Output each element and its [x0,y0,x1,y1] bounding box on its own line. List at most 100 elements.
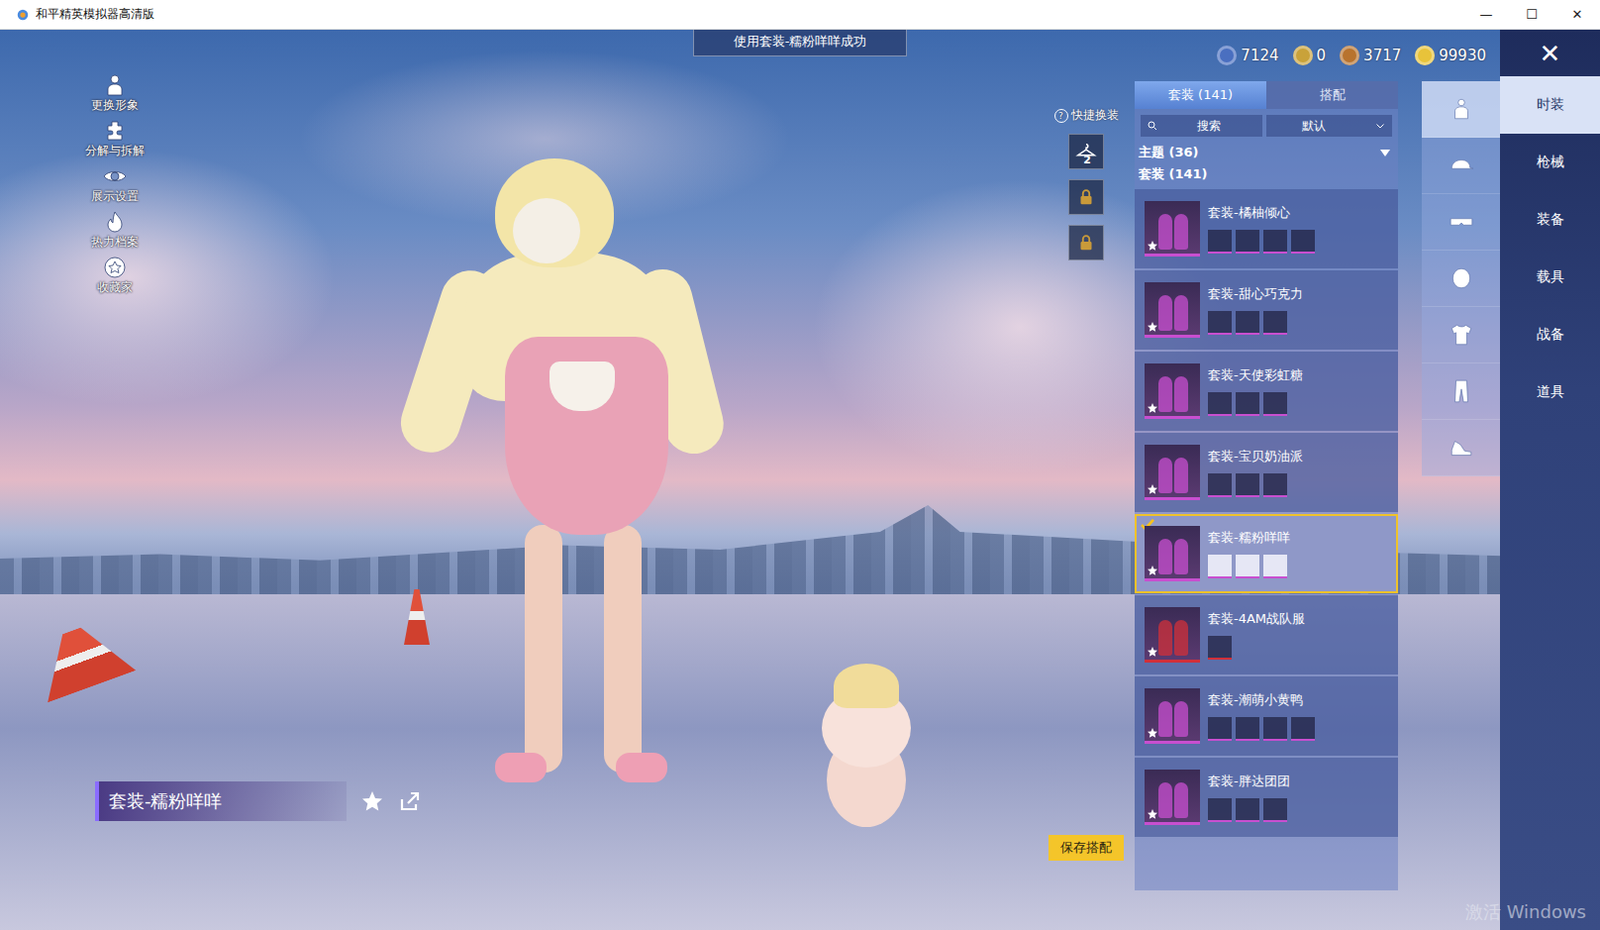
outfit-part[interactable] [1291,229,1315,254]
star-icon [1146,401,1159,414]
search-field[interactable]: 搜索 [1140,114,1263,137]
left-menu-item[interactable]: 收藏家 [55,255,175,298]
slot-category[interactable] [1421,194,1500,251]
outfit-part[interactable] [1263,798,1288,822]
outfit-item[interactable]: 套装-甜心巧克力 [1134,270,1399,350]
favorite-star-icon[interactable] [360,789,385,813]
outfit-part[interactable] [1207,554,1232,579]
quick-change-column: ? 快捷换装 2 保存搭配 [1047,29,1125,930]
outfit-part[interactable] [1207,635,1232,660]
panel-tab[interactable]: 套装 (141) [1134,81,1267,109]
slot-category[interactable] [1421,363,1500,420]
outfit-part[interactable] [1235,310,1260,335]
title-bar: 和平精英模拟器高清版 —☐✕ [0,0,1600,30]
character-leg [603,524,642,773]
outfit-part[interactable] [1235,798,1260,822]
outfit-part[interactable] [1263,392,1288,416]
category-tab[interactable]: 战备 [1500,305,1600,364]
star-icon [1146,239,1159,252]
outfit-name: 套装-甜心巧克力 [1207,285,1303,303]
thumbnail-figure [1158,538,1173,575]
outfit-part[interactable] [1207,473,1232,498]
character-shoe [495,752,547,783]
pet-model[interactable] [811,653,921,832]
app-window: 和平精英模拟器高清版 —☐✕ 使用套装-糯粉咩咩成功 更换形象 分解与拆解 展示… [0,0,1600,930]
window-control-button[interactable]: ☐ [1508,0,1555,30]
slot-category[interactable] [1421,250,1500,307]
currency-icon [1339,45,1360,66]
quick-change-slot[interactable] [1068,224,1104,261]
outfit-item[interactable]: 套装-橘柚倾心 [1134,189,1399,269]
slot-category[interactable] [1421,137,1500,195]
outfit-name-banner: 套装-糯粉咩咩 [95,781,347,821]
window-control-button[interactable]: — [1463,0,1509,30]
character-model[interactable] [396,158,733,852]
quick-change-slot[interactable] [1068,179,1104,215]
outfit-parts [1207,310,1303,335]
outfit-part[interactable] [1263,310,1288,335]
outfit-item[interactable]: 套装-宝贝奶油派 [1134,432,1399,512]
outfit-part[interactable] [1235,229,1260,254]
theme-filter[interactable]: 主题 (36) [1134,140,1399,164]
category-tab[interactable]: 装备 [1500,191,1600,249]
left-menu-item[interactable]: 热力档案 [55,209,175,252]
currency-icon [1216,45,1237,66]
outfit-name: 套装-天使彩虹糖 [1207,366,1303,385]
menu-item-icon [102,73,127,98]
thumbnail-figure [1158,782,1173,818]
currency-icon [1293,45,1313,66]
outfit-part[interactable] [1263,229,1288,254]
outfit-name: 套装-糯粉咩咩 [1207,528,1291,547]
lock-icon [1075,186,1098,208]
outfit-item[interactable]: 套装-4AM战队服 [1134,595,1399,675]
menu-item-icon [102,118,127,143]
outfit-part[interactable] [1235,554,1260,579]
category-tab[interactable]: 道具 [1500,363,1600,421]
outfit-thumbnail [1144,769,1200,825]
sort-dropdown[interactable]: 默认 [1266,114,1393,137]
close-button[interactable]: ✕ [1539,40,1562,67]
star-icon [1146,483,1159,496]
thumbnail-figure [1174,619,1189,656]
window-control-button[interactable]: ✕ [1554,0,1600,30]
outfit-part[interactable] [1207,310,1232,335]
cloud [0,148,337,406]
outfit-part[interactable] [1263,554,1288,579]
help-icon[interactable]: ? [1054,108,1069,123]
outfit-item[interactable]: 套装-潮萌小黄鸭 [1134,676,1399,756]
outfit-part[interactable] [1263,716,1288,741]
quick-change-slot[interactable]: 2 [1068,133,1104,170]
left-menu-item[interactable]: 展示设置 [55,164,175,206]
slot-category-icon [1448,96,1475,122]
panel-tab[interactable]: 搭配 [1266,81,1399,109]
outfit-part[interactable] [1235,716,1260,741]
left-menu-item[interactable]: 分解与拆解 [55,118,175,161]
outfit-part[interactable] [1235,473,1260,498]
outfit-part[interactable] [1207,229,1232,254]
pet-hat [833,663,900,708]
outfit-part[interactable] [1263,473,1288,498]
lock-icon [1075,231,1098,254]
slot-category[interactable] [1421,81,1500,138]
slot-category-icon [1448,265,1475,292]
outfit-item[interactable]: 套装-天使彩虹糖 [1134,351,1399,431]
category-tab[interactable]: 枪械 [1500,133,1600,192]
outfit-part[interactable] [1291,716,1315,741]
outfit-part[interactable] [1207,392,1232,416]
category-tab[interactable]: 时装 [1500,76,1600,134]
slot-category[interactable] [1421,306,1500,364]
save-outfit-button[interactable]: 保存搭配 [1048,834,1124,861]
outfit-part[interactable] [1207,798,1232,822]
outfit-item[interactable]: 套装-胖达团团 [1134,757,1399,837]
toast-message: 使用套装-糯粉咩咩成功 [693,29,907,57]
outfit-part[interactable] [1207,716,1232,741]
window-controls: —☐✕ [1463,0,1600,30]
share-icon[interactable] [398,789,422,813]
category-tab[interactable]: 载具 [1500,248,1600,306]
quick-change-label[interactable]: ? 快捷换装 [1054,106,1119,124]
outfit-part[interactable] [1235,392,1260,416]
outfit-item[interactable]: 套装-糯粉咩咩 [1134,513,1399,594]
slot-category[interactable] [1421,419,1500,477]
outfit-panel: 套装 (141)搭配 搜索 默认 主题 (36) 套装 (141) 套装-橘柚倾… [1134,81,1399,891]
left-menu-item[interactable]: 更换形象 [55,73,175,115]
